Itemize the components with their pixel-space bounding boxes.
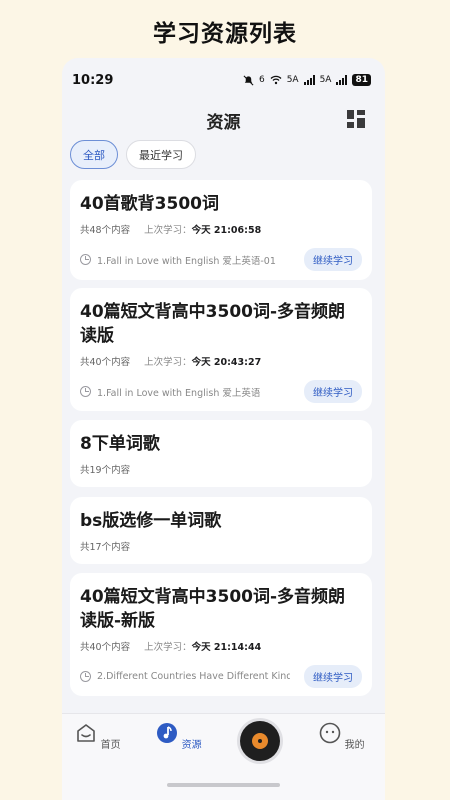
nav-home-label: 首页 [100, 740, 121, 751]
profile-icon [320, 722, 341, 744]
resource-card[interactable]: 8下单词歌 共19个内容 [70, 420, 372, 487]
content-count: 共40个内容 [80, 642, 131, 653]
nav-profile[interactable]: 我的 [312, 722, 372, 751]
last-study-label: 上次学习： [144, 225, 192, 236]
tab-all[interactable]: 全部 [70, 140, 118, 169]
last-study-label: 上次学习： [144, 642, 192, 653]
nav-home[interactable]: 首页 [68, 722, 128, 751]
content-count: 共19个内容 [80, 465, 131, 476]
content-count: 共40个内容 [80, 357, 131, 368]
wifi-label: 6 [258, 75, 265, 85]
wifi-icon [270, 75, 282, 85]
card-meta: 共40个内容 上次学习：今天 21:14:44 [80, 639, 362, 653]
last-study-time: 今天 21:06:58 [191, 225, 262, 236]
home-icon [77, 724, 96, 742]
status-bar: 10:29 6 5A 5A 81 [62, 58, 385, 102]
status-icons: 6 5A 5A 81 [243, 74, 371, 86]
continue-button[interactable]: 继续学习 [304, 380, 362, 403]
signal1-label: 5A [286, 75, 299, 85]
content-count: 共17个内容 [80, 542, 131, 553]
continue-button[interactable]: 继续学习 [304, 248, 362, 271]
last-item: 1.Fall in Love with English 爱上英语 [80, 385, 260, 399]
continue-button[interactable]: 继续学习 [304, 665, 362, 688]
disc-center [258, 739, 262, 743]
card-meta: 共17个内容 [80, 539, 362, 553]
clock-icon [80, 671, 91, 682]
music-disc-icon [252, 733, 268, 749]
tab-recent[interactable]: 最近学习 [126, 140, 196, 169]
signal-strength-icon-2 [336, 75, 348, 85]
signal2-label: 5A [319, 75, 332, 85]
last-study-label: 上次学习： [144, 357, 192, 368]
last-item: 1.Fall in Love with English 爱上英语-01 [80, 253, 276, 267]
nav-resource[interactable]: 资源 [149, 722, 209, 751]
last-item-row: 1.Fall in Love with English 爱上英语-01 继续学习 [80, 248, 362, 271]
resource-card[interactable]: 40首歌背3500词 共48个内容 上次学习：今天 21:06:58 1.Fal… [70, 180, 372, 280]
filter-tabs: 全部 最近学习 [70, 140, 196, 169]
card-title: 40首歌背3500词 [80, 194, 219, 214]
clock-icon [80, 254, 91, 265]
card-meta: 共40个内容 上次学习：今天 20:43:27 [80, 354, 362, 368]
last-study-time: 今天 20:43:27 [191, 357, 262, 368]
last-item-title: 1.Fall in Love with English 爱上英语 [97, 387, 261, 399]
last-item-title: 1.Fall in Love with English 爱上英语-01 [97, 255, 276, 267]
banner-title: 学习资源列表 [153, 21, 297, 47]
mute-bell-icon [243, 75, 254, 85]
card-meta: 共19个内容 [80, 462, 362, 476]
page-header: 资源 [62, 102, 385, 138]
home-indicator [167, 783, 280, 787]
signal-strength-icon [303, 75, 315, 85]
page-title: 资源 [206, 112, 241, 133]
phone-screen: 10:29 6 5A 5A 81 资源 全部 最近学习 40首歌背3500词 共… [62, 58, 385, 800]
last-item-title: 2.Different Countries Have Different Kin… [97, 671, 290, 682]
content-count: 共48个内容 [80, 225, 131, 236]
last-study-time: 今天 21:14:44 [191, 642, 262, 653]
battery-indicator: 81 [352, 74, 371, 86]
card-title: 8下单词歌 [80, 434, 160, 454]
clock-icon [80, 386, 91, 397]
resource-card[interactable]: 40篇短文背高中3500词-多音频朗读版 共40个内容 上次学习：今天 20:4… [70, 288, 372, 411]
nav-profile-label: 我的 [344, 740, 365, 751]
card-meta: 共48个内容 上次学习：今天 21:06:58 [80, 222, 362, 236]
resource-icon [157, 723, 178, 743]
resource-card[interactable]: 40篇短文背高中3500词-多音频朗读版-新版 共40个内容 上次学习：今天 2… [70, 573, 372, 696]
grid-layout-icon[interactable] [347, 110, 365, 128]
status-time: 10:29 [72, 72, 114, 88]
card-title: 40篇短文背高中3500词-多音频朗读版 [80, 302, 346, 346]
card-title: 40篇短文背高中3500词-多音频朗读版-新版 [80, 587, 346, 631]
card-title: bs版选修一单词歌 [80, 511, 222, 531]
resource-card[interactable]: bs版选修一单词歌 共17个内容 [70, 497, 372, 564]
last-item-row: 1.Fall in Love with English 爱上英语 继续学习 [80, 380, 362, 403]
nav-resource-label: 资源 [181, 740, 202, 751]
last-item: 2.Different Countries Have Different Kin… [80, 671, 290, 682]
last-item-row: 2.Different Countries Have Different Kin… [80, 665, 362, 688]
music-disc-button[interactable] [240, 721, 280, 761]
